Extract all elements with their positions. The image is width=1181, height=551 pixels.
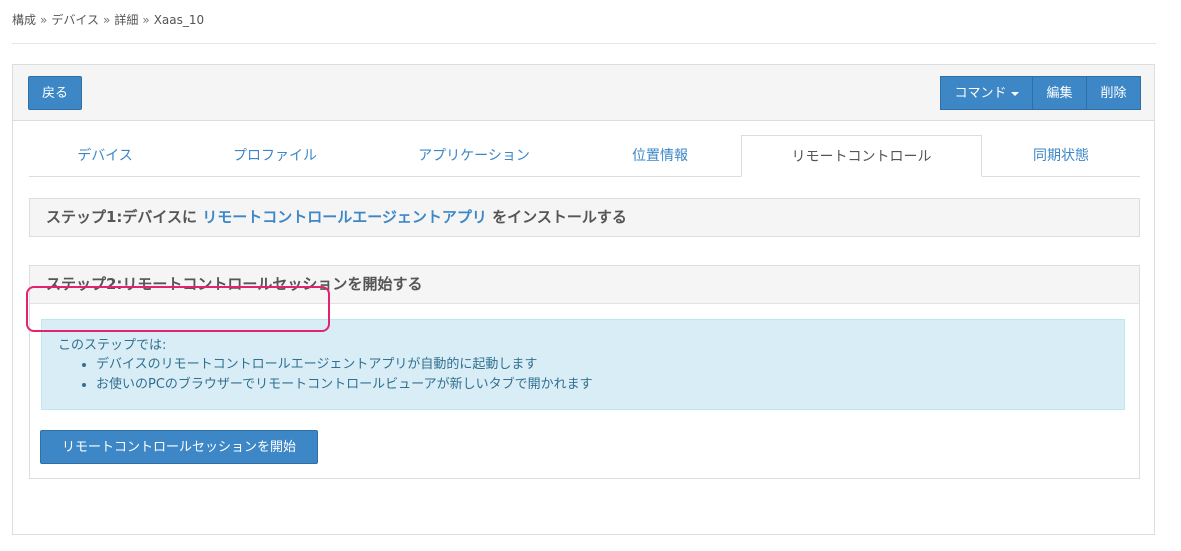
breadcrumb-item-devices[interactable]: デバイス — [51, 13, 99, 27]
tab-location[interactable]: 位置情報 — [579, 135, 741, 177]
info-alert: このステップでは: デバイスのリモートコントロールエージェントアプリが自動的に起… — [41, 319, 1125, 410]
breadcrumb-separator: » — [142, 13, 150, 27]
info-list: デバイスのリモートコントロールエージェントアプリが自動的に起動します お使いのP… — [58, 355, 1124, 395]
info-item: お使いのPCのブラウザーでリモートコントロールビューアが新しいタブで開かれます — [96, 375, 1124, 395]
tab-profile[interactable]: プロファイル — [181, 135, 369, 177]
highlight-annotation — [26, 286, 330, 332]
edit-button[interactable]: 編集 — [1032, 76, 1087, 110]
delete-button[interactable]: 削除 — [1086, 76, 1141, 110]
tab-device[interactable]: デバイス — [29, 135, 181, 177]
back-button[interactable]: 戻る — [28, 76, 82, 110]
breadcrumb-separator: » — [40, 13, 48, 27]
breadcrumb: 構成» デバイス» 詳細» Xaas_10 — [12, 11, 204, 28]
breadcrumb-separator: » — [103, 13, 111, 27]
caret-down-icon — [1010, 91, 1019, 96]
step1-prefix: ステップ1:デバイスに — [46, 208, 197, 226]
command-dropdown-button[interactable]: コマンド — [940, 76, 1033, 110]
tab-remote-control[interactable]: リモートコントロール — [741, 135, 982, 177]
device-detail-panel: 戻る コマンド 編集 削除 デバイス プロファイル アプリケーション 位置情報 … — [12, 64, 1155, 535]
breadcrumb-item-config[interactable]: 構成 — [12, 13, 36, 27]
agent-app-link[interactable]: リモートコントロールエージェントアプリ — [202, 208, 487, 226]
panel-toolbar: 戻る コマンド 編集 削除 — [13, 65, 1154, 121]
tab-sync-status[interactable]: 同期状態 — [982, 135, 1140, 177]
header-divider — [12, 43, 1156, 44]
step1-suffix: をインストールする — [492, 208, 627, 226]
command-label: コマンド — [954, 86, 1007, 101]
info-lead: このステップでは: — [58, 338, 167, 353]
start-remote-session-button[interactable]: リモートコントロールセッションを開始 — [40, 430, 318, 464]
breadcrumb-item-details[interactable]: 詳細 — [114, 13, 138, 27]
info-item: デバイスのリモートコントロールエージェントアプリが自動的に起動します — [96, 355, 1124, 375]
breadcrumb-item-current: Xaas_10 — [153, 13, 205, 27]
detail-tabs: デバイス プロファイル アプリケーション 位置情報 リモートコントロール 同期状… — [29, 135, 1140, 177]
step1-header: ステップ1:デバイスに リモートコントロールエージェントアプリ をインストールす… — [29, 198, 1140, 237]
tab-applications[interactable]: アプリケーション — [369, 135, 579, 177]
